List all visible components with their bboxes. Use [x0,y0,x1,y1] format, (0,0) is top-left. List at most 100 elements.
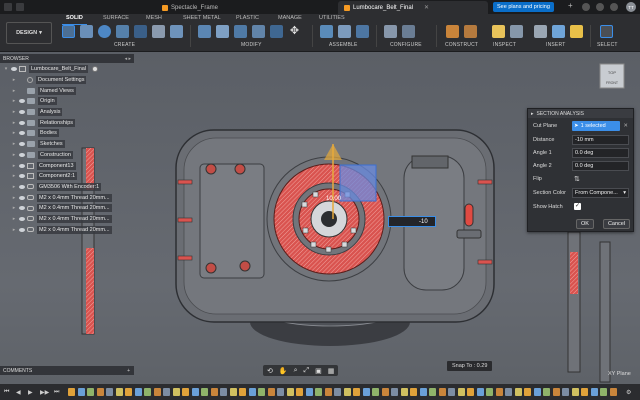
visibility-icon[interactable] [19,174,25,179]
distance-input[interactable]: -10 [388,216,436,227]
timeline-feature-icon[interactable] [334,388,341,396]
shell-icon[interactable] [234,25,247,38]
timeline-feature-icon[interactable] [353,388,360,396]
group-modify[interactable]: MODIFY [241,42,262,48]
fillet-icon[interactable] [216,25,229,38]
timeline-feature-icon[interactable] [600,388,607,396]
visibility-icon[interactable] [19,152,25,157]
tab-manage[interactable]: MANAGE [278,15,302,23]
expand-icon[interactable]: ▸ [11,109,17,115]
expand-icon[interactable]: ▸ [11,77,17,83]
timeline-feature-icon[interactable] [438,388,446,396]
timeline-feature-icon[interactable] [153,388,161,396]
timeline-feature-icon[interactable] [581,388,588,396]
expand-icon[interactable]: ▸ [11,216,17,222]
timeline-feature-icon[interactable] [372,388,379,396]
extrude-icon[interactable] [80,25,93,38]
tree-item-m2-thread[interactable]: ▸ M2 x 0.4mm Thread 20mm... [3,214,112,225]
group-select[interactable]: SELECT [597,42,618,48]
sketch-icon[interactable] [152,25,165,38]
tab-spectacle-frame[interactable]: Spectacle_Frame [156,1,326,14]
visibility-icon[interactable] [19,99,25,104]
visibility-icon[interactable] [19,206,25,211]
tab-sheet-metal[interactable]: SHEET METAL [183,15,221,23]
expand-icon[interactable]: ▸ [11,205,17,211]
browser-header[interactable]: BROWSER ◂ ▸ [0,54,134,63]
pan-icon[interactable]: ✋ [279,367,288,375]
expand-icon[interactable]: ▸ [11,88,17,94]
timeline-feature-icon[interactable] [106,388,113,396]
timeline-end-icon[interactable]: ⏭ [54,389,59,396]
timeline-feature-icon[interactable] [115,388,123,396]
angle1-field[interactable]: 0.0 deg [572,148,629,158]
tree-item-gm3506[interactable]: ▸ GM3506 With Encoder:1 [3,182,112,193]
tab-utilities[interactable]: UTILITIES [319,15,345,23]
tree-item-component2[interactable]: ▸ Component2:1 [3,171,112,182]
distance-field[interactable]: -10 mm [572,135,629,145]
expand-icon[interactable]: ▸ [11,98,17,104]
group-assemble[interactable]: ASSEMBLE [329,42,358,48]
timeline-feature-icon[interactable] [182,388,189,396]
close-icon[interactable]: ✕ [424,4,429,11]
decal-icon[interactable] [570,25,583,38]
flip-icon[interactable]: ⇅ [574,175,580,183]
clock-icon[interactable] [596,3,604,11]
panel-header[interactable]: ▸ SECTION ANALYSIS [528,109,633,118]
timeline-feature-icon[interactable] [134,388,142,396]
measure-icon[interactable] [492,25,505,38]
angle2-field[interactable]: 0.0 deg [572,161,629,171]
combine-icon[interactable] [252,25,265,38]
visibility-icon[interactable] [19,142,25,147]
timeline-feature-icon[interactable] [343,388,351,396]
visibility-icon[interactable] [11,67,17,72]
timeline-feature-icon[interactable] [391,388,398,396]
timeline-feature-icon[interactable] [514,388,522,396]
timeline-feature-icon[interactable] [467,388,474,396]
add-comment-icon[interactable]: + [127,368,130,374]
cut-plane-select[interactable]: ➤ 1 selected ✕ [572,121,628,131]
tree-item-named-views[interactable]: ▸ Named Views [3,85,112,96]
form-icon[interactable] [170,25,183,38]
help-icon[interactable] [610,3,618,11]
grid-icon[interactable]: ▦ [328,367,335,375]
section-color-select[interactable]: From Compone... ▾ [572,188,629,198]
timeline-feature-icon[interactable] [277,388,284,396]
parameters-icon[interactable] [402,25,415,38]
fit-icon[interactable]: ⤢ [304,367,310,375]
timeline-feature-icon[interactable] [248,388,256,396]
timeline-feature-icon[interactable] [324,388,332,396]
expand-icon[interactable]: ▸ [11,227,17,233]
timeline-feature-icon[interactable] [172,388,180,396]
timeline-feature-icon[interactable] [163,388,170,396]
expand-icon[interactable]: ▸ [11,184,17,190]
timeline-next-icon[interactable]: ▶▶ [40,389,49,396]
timeline-play-icon[interactable]: ▶ [28,389,33,396]
tree-item-component13[interactable]: ▸ Component13 [3,160,112,171]
browser-root[interactable]: ▾ Lumbocare_Belt_Final [3,64,112,75]
clear-icon[interactable]: ✕ [623,123,628,129]
insert-derive-icon[interactable] [534,25,547,38]
timeline-feature-icon[interactable] [533,388,541,396]
timeline-feature-icon[interactable] [144,388,151,396]
offset-plane-icon[interactable] [446,25,459,38]
timeline-feature-icon[interactable] [286,388,294,396]
timeline-feature-icon[interactable] [486,388,493,396]
motion-link-icon[interactable] [356,25,369,38]
group-construct[interactable]: CONSTRUCT [445,42,478,48]
tree-item-bodies[interactable]: ▸ Bodies [3,128,112,139]
tree-item-m2-thread[interactable]: ▸ M2 x 0.4mm Thread 20mm... [3,203,112,214]
hole-icon[interactable] [116,25,129,38]
timeline-feature-icon[interactable] [543,388,550,396]
visibility-icon[interactable] [19,216,25,221]
timeline-feature-icon[interactable] [419,388,427,396]
timeline-feature-icon[interactable] [220,388,227,396]
display-settings-icon[interactable]: ▣ [315,367,322,375]
expand-icon[interactable]: ▸ [11,141,17,147]
expand-icon[interactable]: ▸ [11,163,17,169]
timeline-feature-icon[interactable] [258,388,265,396]
timeline-feature-icon[interactable] [381,388,389,396]
timeline-feature-icon[interactable] [305,388,313,396]
tab-solid[interactable]: SOLID [62,15,87,25]
timeline-feature-icon[interactable] [562,388,569,396]
timeline-feature-icon[interactable] [125,388,132,396]
